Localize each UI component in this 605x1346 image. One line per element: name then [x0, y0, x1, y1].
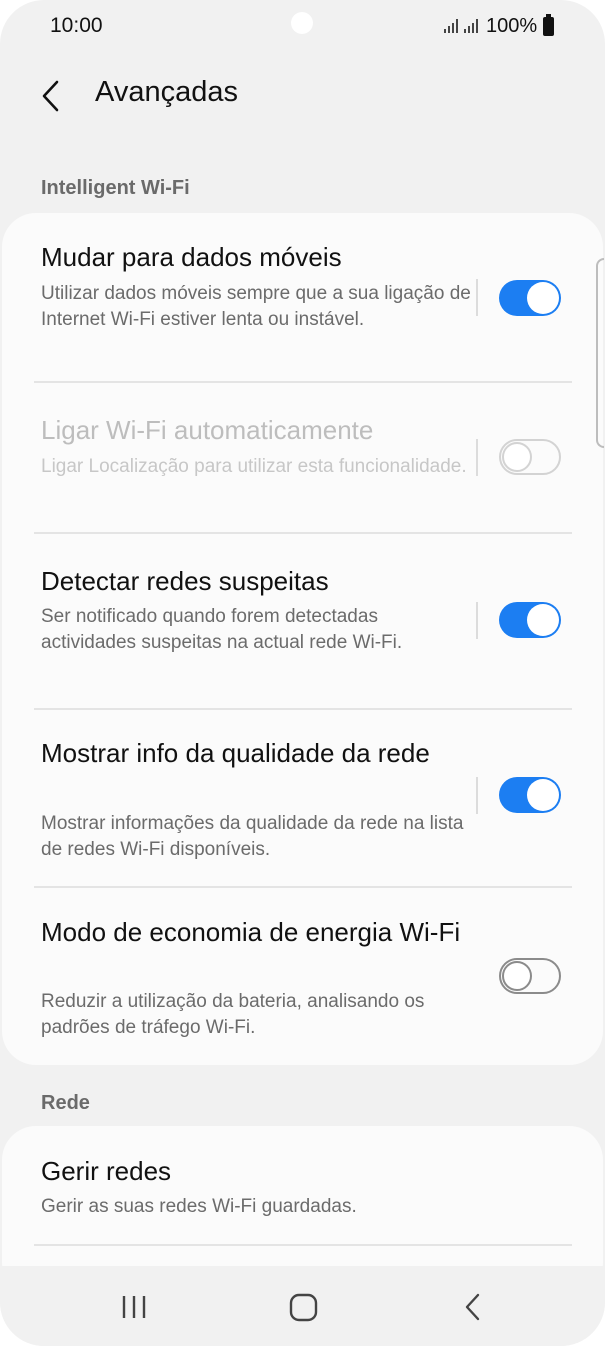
scrollbar[interactable] — [596, 258, 604, 448]
toggle-knob — [527, 282, 559, 314]
setting-title: Mudar para dados móveis — [41, 242, 342, 272]
toggle-mobile-data-switch[interactable] — [499, 280, 561, 316]
status-bar: 10:00 100% — [0, 0, 605, 56]
setting-quality-info[interactable]: Mostrar info da qualidade da rede Mostra… — [2, 710, 603, 887]
toggle-knob — [502, 442, 532, 472]
toggle-detect-suspicious[interactable] — [499, 602, 561, 638]
toggle-auto-wifi[interactable] — [499, 439, 561, 475]
navigation-bar — [0, 1266, 605, 1346]
section-label-network: Rede — [41, 1092, 90, 1114]
phone-screen: 10:00 100% Avançadas Intelligent Wi-Fi M… — [0, 0, 605, 1346]
setting-subtitle: Ligar Localização para utilizar esta fun… — [41, 456, 467, 477]
toggle-knob — [527, 604, 559, 636]
vertical-divider — [476, 279, 478, 316]
setting-subtitle: Utilizar dados móveis sempre que a sua l… — [41, 283, 471, 330]
recent-apps-button[interactable] — [104, 1286, 164, 1330]
status-time: 10:00 — [50, 14, 103, 37]
setting-subtitle: Ser notificado quando forem detectadas a… — [41, 606, 403, 653]
vertical-divider — [476, 602, 478, 639]
back-icon — [465, 1293, 480, 1321]
setting-detect-suspicious[interactable]: Detectar redes suspeitas Ser notificado … — [2, 534, 603, 709]
chevron-left-icon — [42, 80, 59, 112]
setting-title: Detectar redes suspeitas — [41, 566, 329, 596]
setting-wifi-power-saving[interactable]: Modo de economia de energia Wi-Fi Reduzi… — [2, 888, 603, 1065]
battery-percent: 100% — [486, 15, 538, 37]
front-camera — [291, 12, 313, 34]
signal-icon — [444, 19, 458, 33]
row-divider — [34, 1244, 572, 1246]
home-icon — [289, 1293, 318, 1322]
setting-auto-wifi[interactable]: Ligar Wi-Fi automaticamente Ligar Locali… — [2, 383, 603, 533]
toggle-knob — [527, 779, 559, 811]
back-button[interactable] — [30, 74, 74, 118]
setting-subtitle: Reduzir a utilização da bateria, analisa… — [41, 991, 425, 1038]
recent-apps-icon — [122, 1296, 146, 1318]
setting-title: Modo de economia de energia Wi-Fi — [41, 917, 461, 947]
vertical-divider — [476, 439, 478, 476]
toggle-quality-info[interactable] — [499, 777, 561, 813]
home-button[interactable] — [273, 1286, 333, 1330]
back-nav-button[interactable] — [443, 1286, 503, 1330]
vertical-divider — [476, 777, 478, 814]
app-header: Avançadas — [0, 60, 605, 130]
page-title: Avançadas — [95, 76, 238, 108]
setting-title: Gerir redes — [41, 1156, 172, 1186]
setting-title: Ligar Wi-Fi automaticamente — [41, 415, 374, 445]
battery-icon — [543, 14, 554, 36]
setting-subtitle: Mostrar informações da qualidade da rede… — [41, 813, 464, 860]
setting-title: Mostrar info da qualidade da rede — [41, 738, 430, 768]
setting-manage-networks[interactable]: Gerir redes Gerir as suas redes Wi-Fi gu… — [2, 1126, 603, 1244]
toggle-wifi-power-saving[interactable] — [499, 958, 561, 994]
setting-subtitle: Gerir as suas redes Wi-Fi guardadas. — [41, 1196, 357, 1217]
setting-mobile-data-switch[interactable]: Mudar para dados móveis Utilizar dados m… — [2, 213, 603, 381]
section-label-intelligent-wifi: Intelligent Wi-Fi — [41, 177, 190, 199]
signal-icon-2 — [464, 19, 478, 33]
intelligent-wifi-card: Mudar para dados móveis Utilizar dados m… — [2, 213, 603, 1065]
toggle-knob — [502, 961, 532, 991]
